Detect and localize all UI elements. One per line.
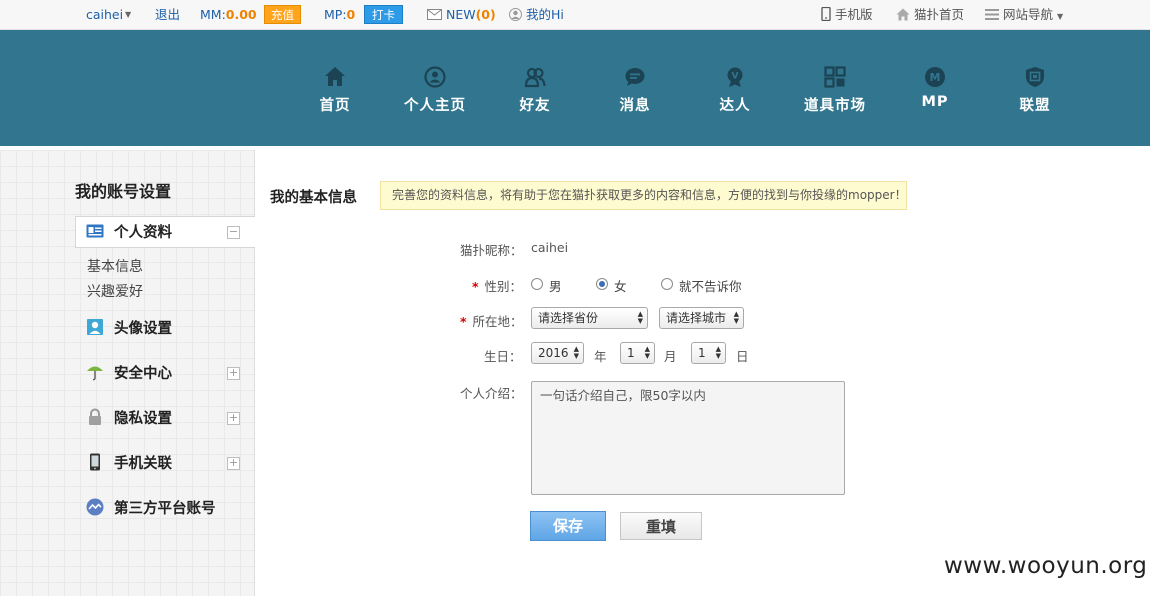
gender-female-label: 女 [614,279,627,294]
expand-security-toggle[interactable]: + [227,367,240,380]
phone-icon [821,6,831,22]
year-unit: 年 [594,349,607,364]
watermark: www.wooyun.org [944,553,1148,579]
gender-secret-radio[interactable] [661,278,673,290]
user-dropdown-icon[interactable]: ▼ [125,0,131,30]
nav-item-experts[interactable]: V 达人 [690,36,780,132]
birth-day-select[interactable]: 1 ▲ ▼ [691,342,726,364]
home-small-icon [896,8,910,21]
nav-item-alliance[interactable]: 联盟 [990,36,1080,132]
profile-icon [424,66,446,88]
nickname-value: caihei [531,240,569,255]
expert-icon: V [727,67,743,87]
gender-female-radio[interactable] [596,278,608,290]
mp-label: MP:0 [324,7,356,22]
alliance-icon [1026,67,1044,87]
nav-item-mp[interactable]: M MP [890,36,980,132]
month-unit: 月 [664,349,677,364]
city-select[interactable]: 请选择城市 ▲ ▼ [659,307,744,329]
sidebar-item-security[interactable]: 安全中心 [86,362,172,386]
expand-privacy-toggle[interactable]: + [227,412,240,425]
friends-icon [524,67,546,88]
gender-secret-label: 就不告诉你 [679,279,742,294]
gender-male-label: 男 [549,279,562,294]
sidebar-subitem-basic-info[interactable]: 基本信息 [87,256,143,276]
mobile-link[interactable]: 手机版 [821,0,873,30]
avatar-icon [87,319,103,335]
top-bar: caihei ▼ 退出 MM:0.00 充值 MP:0 打卡 NEW(0) 我的… [0,0,1150,30]
select-arrows-icon: ▲ ▼ [637,310,643,325]
day-unit: 日 [736,349,749,364]
nickname-label: 猫扑昵称： [460,243,523,258]
mobile-phone-icon [90,453,100,471]
birth-year-select[interactable]: 2016 ▲ ▼ [531,342,584,364]
expand-phone-toggle[interactable]: + [227,457,240,470]
market-icon [824,66,846,88]
province-select[interactable]: 请选择省份 ▲ ▼ [531,307,648,329]
mm-value: 0.00 [225,7,257,22]
select-arrows-icon: ▲ ▼ [733,310,739,325]
checkin-button[interactable]: 打卡 [364,5,403,24]
section-title: 我的基本信息 [270,190,357,206]
mp-icon: M [925,67,945,87]
sidebar-item-phone[interactable]: 手机关联 [86,452,172,476]
user-circle-icon [509,8,522,21]
svg-text:M: M [930,71,941,84]
info-tip: 完善您的资料信息，将有助于您在猫扑获取更多的内容和信息，方便的找到与你投缘的mo… [380,181,907,210]
sidebar-item-avatar[interactable]: 头像设置 [86,317,172,341]
sidebar-subitem-interests[interactable]: 兴趣爱好 [87,281,143,301]
birthday-label: 生日： [484,349,522,364]
nav-item-home[interactable]: 首页 [290,36,380,132]
svg-text:V: V [732,72,739,82]
lock-icon [89,408,101,425]
intro-label: 个人介绍： [460,386,523,401]
site-nav-link[interactable]: 网站导航 ▼ [985,0,1063,30]
logout-link[interactable]: 退出 [155,0,180,30]
select-arrows-icon: ▲ ▼ [573,345,579,360]
gender-label: * 性别： [472,279,523,294]
nav-item-profile[interactable]: 个人主页 [390,36,480,132]
sidebar-item-privacy[interactable]: 隐私设置 [86,407,172,431]
birth-month-select[interactable]: 1 ▲ ▼ [620,342,655,364]
site-nav-dropdown-icon: ▼ [1056,12,1064,21]
sidebar-item-third-party[interactable]: 第三方平台账号 [86,497,216,521]
nav-item-market[interactable]: 道具市场 [790,36,880,132]
save-button[interactable]: 保存 [530,511,606,541]
mop-home-link[interactable]: 猫扑首页 [896,0,964,30]
new-messages-link[interactable]: NEW(0) [427,0,496,30]
gender-male-radio[interactable] [531,278,543,290]
sidebar-title: 我的账号设置 [75,182,172,201]
location-label: * 所在地： [460,314,523,329]
reset-button[interactable]: 重填 [620,512,702,540]
recharge-button[interactable]: 充值 [264,5,301,24]
username-link[interactable]: caihei [86,0,123,30]
mp-value: 0 [346,7,356,22]
nav-item-friends[interactable]: 好友 [490,36,580,132]
my-hi-link[interactable]: 我的Hi [509,0,564,30]
select-arrows-icon: ▲ ▼ [644,345,650,360]
id-card-icon [86,224,104,238]
intro-textarea[interactable]: 一句话介绍自己，限50字以内 [531,381,845,495]
nav-item-messages[interactable]: 消息 [590,36,680,132]
menu-icon [985,9,999,20]
select-arrows-icon: ▲ ▼ [715,345,721,360]
umbrella-icon [87,366,103,381]
home-icon [325,67,345,86]
mail-icon [427,9,442,20]
collapse-profile-toggle[interactable]: − [227,226,240,239]
mm-label: MM:0.00 [200,7,257,22]
message-icon [625,68,645,86]
sidebar-item-profile[interactable]: 个人资料 [86,221,172,245]
third-party-icon [86,498,104,516]
